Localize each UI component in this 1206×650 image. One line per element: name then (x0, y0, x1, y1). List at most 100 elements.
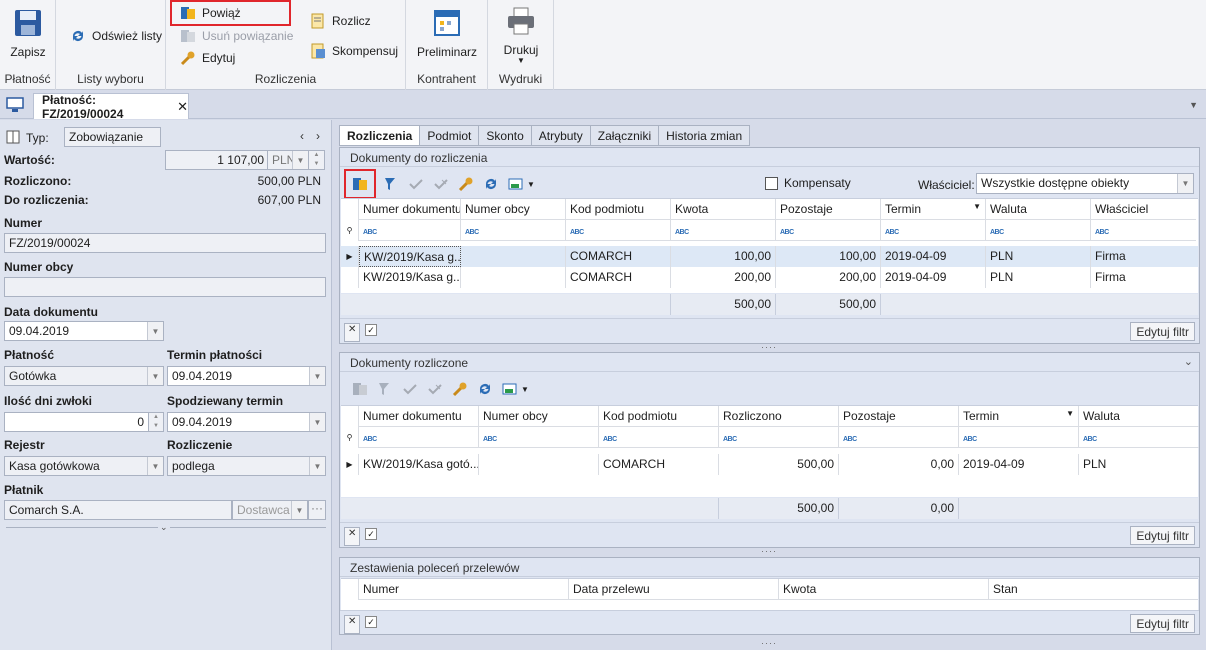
splitter-handle[interactable]: ···· (761, 546, 777, 556)
export-icon[interactable] (508, 176, 524, 192)
check-all-icon[interactable] (427, 381, 443, 397)
rozlicz-button[interactable]: Rozlicz (310, 11, 371, 31)
refresh-icon (73, 31, 83, 41)
document-date-field[interactable]: 09.04.2019 ▼ (4, 321, 164, 341)
printer-icon (508, 7, 534, 35)
detail-tabs: Rozliczenia Podmiot Skonto Atrybuty Załą… (339, 125, 751, 146)
save-button[interactable]: Zapisz (6, 8, 50, 59)
chevron-down-icon: ▼ (291, 501, 307, 519)
kompensaty-checkbox[interactable] (765, 177, 778, 190)
wrench-icon[interactable] (458, 176, 474, 192)
link-button[interactable] (344, 169, 376, 199)
chevron-down-icon: ▼ (292, 151, 308, 169)
settlement-select[interactable]: podlega ▼ (167, 456, 326, 476)
grid-header: Numer dokumentu Numer obcy Kod podmiotu … (341, 199, 1198, 220)
check-icon[interactable] (408, 176, 424, 192)
tab-podmiot[interactable]: Podmiot (419, 125, 479, 146)
splitter-handle[interactable]: ···· (761, 342, 777, 352)
drukuj-button[interactable]: Drukuj ▼ (494, 6, 548, 65)
skompensuj-button[interactable]: Skompensuj (310, 41, 398, 61)
splitter-handle[interactable]: ···· (761, 638, 777, 648)
edit-filter-button[interactable]: Edytuj filtr (1130, 526, 1195, 545)
filter-sum-icon[interactable] (377, 381, 393, 397)
table-row[interactable]: ▶ KW/2019/Kasa gotó... COMARCH 500,00 0,… (341, 454, 1198, 475)
collapse-chevron-icon[interactable]: ⌄ (158, 522, 170, 533)
edit-filter-button[interactable]: Edytuj filtr (1130, 614, 1195, 633)
filter-active-checkbox[interactable]: ✓ (365, 528, 377, 540)
powiaz-button[interactable]: Powiąż (170, 0, 291, 26)
expected-date-field[interactable]: 09.04.2019 ▼ (167, 412, 326, 432)
collapse-chevron-icon[interactable]: ⌄ (1184, 355, 1193, 368)
table-row[interactable]: KW/2019/Kasa g... COMARCH 200,00 200,00 … (341, 267, 1198, 288)
grid-filter-row[interactable]: ⚲ ABC ABC ABC ABC ABC ABC ABC (341, 427, 1199, 448)
payer-field[interactable]: Comarch S.A. (4, 500, 232, 520)
check-icon[interactable] (402, 381, 418, 397)
panel-footer: ✕ ✓ Edytuj filtr (340, 610, 1199, 636)
ribbon-group-rozliczenia: Powiąż Usuń powiązanie Edytuj Rozlicz Sk… (166, 0, 406, 90)
edit-filter-button[interactable]: Edytuj filtr (1130, 322, 1195, 341)
text-filter-icon: ABC (780, 229, 794, 236)
preliminarz-button[interactable]: Preliminarz (412, 8, 482, 59)
wrench-icon[interactable] (452, 381, 468, 397)
delay-days-spinner[interactable]: ▲ ▼ (148, 412, 164, 432)
clear-filter-button[interactable]: ✕ (344, 527, 360, 546)
link-document-icon[interactable] (352, 381, 368, 397)
to-settle-value: 607,00 PLN (257, 193, 321, 207)
external-number-field[interactable] (4, 277, 326, 297)
owner-select[interactable]: Wszystkie dostępne obiekty ▼ (976, 173, 1194, 194)
clear-filter-button[interactable]: ✕ (344, 615, 360, 634)
text-filter-icon: ABC (963, 436, 977, 443)
refresh-icon[interactable] (483, 176, 499, 192)
chevron-down-icon: ▼ (309, 413, 325, 431)
ribbon-group-wydruki: Drukuj ▼ Wydruki (488, 0, 554, 90)
tab-skonto[interactable]: Skonto (478, 125, 531, 146)
text-filter-icon: ABC (603, 436, 617, 443)
chevron-down-icon: ▼ (1177, 174, 1193, 193)
chevron-down-icon[interactable]: ▼ (527, 180, 535, 189)
refresh-icon[interactable] (477, 381, 493, 397)
tab-historia[interactable]: Historia zmian (658, 125, 751, 146)
settle-document-icon (311, 13, 324, 29)
chevron-down-icon[interactable]: ▼ (521, 385, 529, 394)
tab-menu-chevron-icon[interactable]: ▼ (1189, 100, 1198, 110)
tab-atrybuty[interactable]: Atrybuty (530, 125, 590, 146)
sort-desc-icon: ▼ (973, 202, 981, 211)
value-spinner[interactable]: ▲ ▼ (308, 150, 325, 170)
payment-method-select[interactable]: Gotówka ▼ (4, 366, 164, 386)
value-field[interactable]: 1 107,00 (165, 150, 269, 170)
payer-type-select[interactable]: Dostawca ▼ (232, 500, 308, 520)
text-filter-icon: ABC (465, 229, 479, 236)
tab-rozliczenia[interactable]: Rozliczenia (339, 125, 420, 146)
panel-title: Zestawienia poleceń przelewów (340, 558, 1199, 577)
tab-zalaczniki[interactable]: Załączniki (589, 125, 659, 146)
payment-deadline-field[interactable]: 09.04.2019 ▼ (167, 366, 326, 386)
previous-arrow-icon[interactable]: ‹ (300, 129, 304, 143)
filter-sum-icon[interactable] (383, 176, 399, 192)
filter-active-checkbox[interactable]: ✓ (365, 616, 377, 628)
delay-days-field[interactable]: 0 (4, 412, 149, 432)
monitor-icon[interactable] (6, 97, 24, 113)
register-select[interactable]: Kasa gotówkowa ▼ (4, 456, 164, 476)
table-row[interactable]: ▶ KW/2019/Kasa g... COMARCH 100,00 100,0… (341, 246, 1198, 267)
currency-select[interactable]: PLN ▼ (267, 150, 309, 170)
panel-footer: ✕ ✓ Edytuj filtr (340, 522, 1199, 548)
clear-filter-button[interactable]: ✕ (344, 323, 360, 342)
next-arrow-icon[interactable]: › (316, 129, 320, 143)
filter-active-checkbox[interactable]: ✓ (365, 324, 377, 336)
payer-lookup-button[interactable]: ··· (308, 500, 326, 520)
text-filter-icon: ABC (723, 436, 737, 443)
edytuj-button[interactable]: Edytuj (180, 48, 235, 68)
close-icon[interactable]: ✕ (177, 99, 188, 115)
panel-toolbar: ▼ (340, 375, 1199, 403)
document-tab[interactable]: Płatność: FZ/2019/00024 ✕ (33, 93, 189, 121)
check-all-icon[interactable] (433, 176, 449, 192)
filter-pin-icon: ⚲ (341, 220, 359, 241)
usun-powiazanie-button[interactable]: Usuń powiązanie (180, 26, 293, 46)
export-icon[interactable] (502, 381, 518, 397)
text-filter-icon: ABC (363, 436, 377, 443)
number-field[interactable]: FZ/2019/00024 (4, 233, 326, 253)
refresh-lists-button[interactable]: Odśwież listy (70, 26, 162, 46)
grid-filter-row[interactable]: ⚲ ABC ABC ABC ABC ABC ABC ABC ABC (341, 220, 1198, 241)
grid-header: Numer Data przelewu Kwota Stan (341, 579, 1198, 600)
text-filter-icon: ABC (675, 229, 689, 236)
